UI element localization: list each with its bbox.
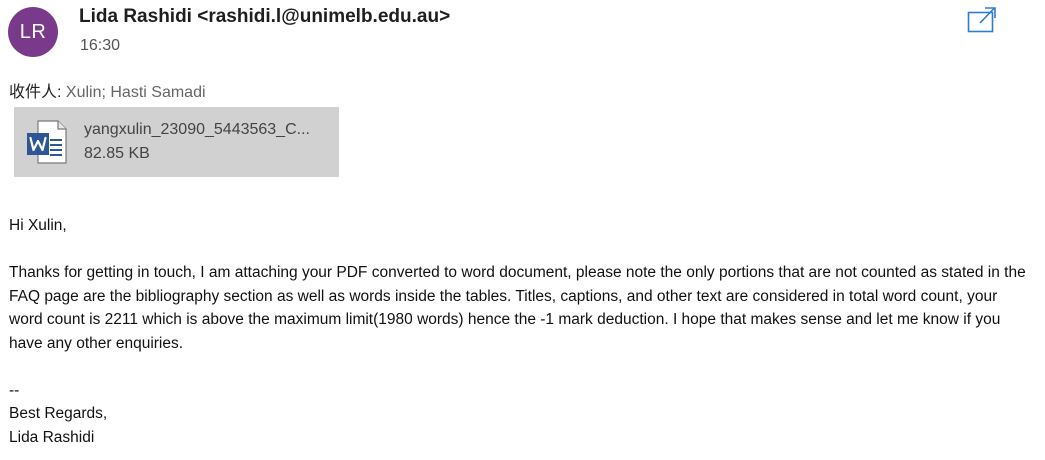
sender-name[interactable]: Lida Rashidi <rashidi.l@unimelb.edu.au> [79,6,450,28]
greeting: Hi Xulin, [9,217,67,234]
email-reading-pane: LR Lida Rashidi <rashidi.l@unimelb.edu.a… [0,0,1045,460]
avatar[interactable]: LR [8,7,58,57]
attachment-filename: yangxulin_23090_5443563_C... [84,121,310,138]
attachment-card[interactable]: yangxulin_23090_5443563_C... 82.85 KB [14,107,339,177]
recipients-names[interactable]: Xulin; Hasti Samadi [66,84,206,101]
sent-time: 16:30 [80,37,121,54]
attachment-size: 82.85 KB [84,145,150,162]
signature-separator: -- [9,381,20,399]
signoff: Best Regards, [9,405,108,422]
popout-icon[interactable] [966,5,998,35]
signature-name: Lida Rashidi [9,428,95,446]
message-body: Hi Xulin, Thanks for getting in touch, I… [9,214,1035,449]
body-paragraph: Thanks for getting in touch, I am attach… [9,264,1026,352]
popout-icon-graphic [967,7,996,33]
word-document-icon [26,119,68,165]
recipients-label: 收件人: [9,84,62,101]
recipients-line: 收件人: Xulin; Hasti Samadi [9,78,206,102]
